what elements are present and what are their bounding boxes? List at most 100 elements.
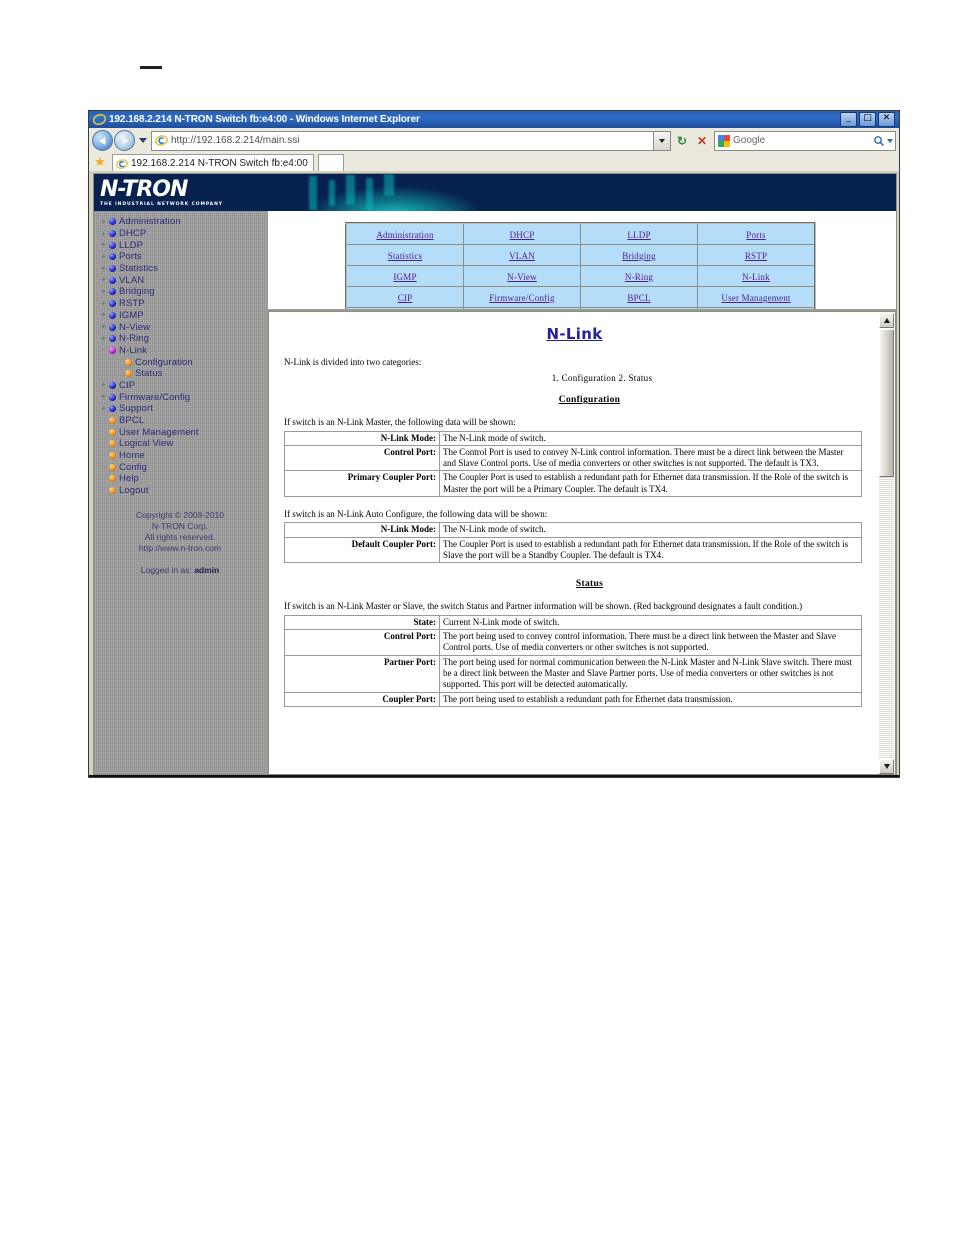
sidebar-item-cip[interactable]: + CIP: [98, 380, 266, 392]
address-bar[interactable]: http://192.168.2.214/main.ssi: [151, 130, 654, 151]
nav-cell-dhcp[interactable]: DHCP: [463, 222, 581, 245]
sidebar-item-n-view[interactable]: + N-View: [98, 321, 266, 333]
nav-cell-n-link[interactable]: N-Link: [697, 265, 816, 287]
nav-link[interactable]: Statistics: [388, 251, 423, 261]
sidebar-item-configuration[interactable]: - Configuration: [98, 356, 266, 368]
nav-link[interactable]: LLDP: [627, 230, 650, 240]
sidebar-item-n-ring[interactable]: + N-Ring: [98, 333, 266, 345]
history-dropdown-icon[interactable]: [139, 138, 147, 143]
nav-link[interactable]: Administration: [376, 230, 433, 240]
tree-bullet-icon: [109, 346, 116, 354]
table-row: State: Current N-Link mode of switch.: [284, 614, 862, 631]
sidebar-item-igmp[interactable]: + IGMP: [98, 310, 266, 322]
expand-icon[interactable]: +: [98, 229, 109, 239]
sidebar-item-logical-view[interactable]: - Logical View: [98, 438, 266, 450]
sidebar-item-dhcp[interactable]: + DHCP: [98, 228, 266, 240]
expand-icon[interactable]: +: [98, 275, 109, 285]
nav-cell-lldp[interactable]: LLDP: [580, 222, 698, 245]
window-title-bar: 192.168.2.214 N-TRON Switch fb:e4:00 - W…: [89, 111, 899, 128]
nav-cell-rstp[interactable]: RSTP: [697, 244, 816, 266]
nav-cell-statistics[interactable]: Statistics: [345, 244, 464, 266]
expand-icon[interactable]: +: [98, 310, 109, 320]
sidebar-item-support[interactable]: + Support: [98, 403, 266, 415]
tree-bullet-icon: [109, 463, 116, 471]
sidebar-item-label: Statistics: [119, 263, 159, 275]
minimize-button[interactable]: _: [840, 112, 857, 127]
sidebar-item-config[interactable]: - Config: [98, 461, 266, 473]
expand-icon[interactable]: +: [98, 404, 109, 414]
expand-icon[interactable]: +: [98, 217, 109, 227]
definition-description: The N-Link mode of switch.: [439, 430, 862, 446]
nav-links-row: Administration DHCP LLDP Ports: [345, 222, 816, 245]
sidebar-item-home[interactable]: - Home: [98, 450, 266, 462]
scroll-up-button[interactable]: [879, 313, 894, 328]
favorites-star-icon[interactable]: ★: [92, 154, 108, 170]
expand-icon[interactable]: +: [98, 264, 109, 274]
sidebar-item-statistics[interactable]: + Statistics: [98, 263, 266, 275]
nav-link[interactable]: Ports: [746, 230, 766, 240]
forward-button[interactable]: [114, 130, 135, 151]
nav-cell-firmware-config[interactable]: Firmware/Config: [463, 286, 581, 308]
expand-icon[interactable]: +: [98, 322, 109, 332]
nav-cell-cip[interactable]: CIP: [345, 286, 464, 308]
sidebar-item-status[interactable]: - Status: [98, 368, 266, 380]
content-vertical-scrollbar[interactable]: [879, 313, 894, 774]
expand-icon[interactable]: +: [98, 252, 109, 262]
sidebar-item-label: LLDP: [119, 239, 144, 251]
nav-link[interactable]: VLAN: [509, 251, 535, 261]
copyright-url[interactable]: http://www.n-tron.com: [94, 543, 266, 554]
sidebar-item-bpcl[interactable]: - BPCL: [98, 415, 266, 427]
sidebar-item-lldp[interactable]: + LLDP: [98, 239, 266, 251]
nav-cell-administration[interactable]: Administration: [345, 222, 464, 245]
sidebar-item-vlan[interactable]: + VLAN: [98, 274, 266, 286]
expand-icon[interactable]: +: [98, 240, 109, 250]
maximize-button[interactable]: □: [859, 112, 876, 127]
nav-cell-bridging[interactable]: Bridging: [580, 244, 698, 266]
sidebar-item-n-link[interactable]: - N-Link: [98, 345, 266, 357]
nav-link[interactable]: BPCL: [627, 293, 650, 303]
sidebar-item-rstp[interactable]: + RSTP: [98, 298, 266, 310]
address-dropdown-icon[interactable]: [654, 130, 671, 151]
nav-link[interactable]: DHCP: [510, 230, 535, 240]
search-input[interactable]: Google: [714, 130, 896, 151]
nav-cell-bpcl[interactable]: BPCL: [580, 286, 698, 308]
sidebar-item-bridging[interactable]: + Bridging: [98, 286, 266, 298]
refresh-icon[interactable]: ↻: [673, 132, 691, 150]
expand-icon[interactable]: +: [98, 392, 109, 402]
nav-link[interactable]: Bridging: [622, 251, 656, 261]
nav-cell-igmp[interactable]: IGMP: [345, 265, 464, 287]
nav-cell-user-management[interactable]: User Management: [697, 286, 816, 308]
sidebar-item-help[interactable]: - Help: [98, 473, 266, 485]
nav-cell-ports[interactable]: Ports: [697, 222, 816, 245]
nav-link[interactable]: N-View: [507, 272, 537, 282]
sidebar-frame: + Administration + DHCP + LLDP + Ports + Statisti…: [94, 211, 268, 774]
nav-link[interactable]: N-Ring: [625, 272, 653, 282]
nav-link[interactable]: RSTP: [745, 251, 767, 261]
nav-cell-vlan[interactable]: VLAN: [463, 244, 581, 266]
nav-link[interactable]: IGMP: [393, 272, 416, 282]
browser-tab[interactable]: 192.168.2.214 N-TRON Switch fb:e4:00: [112, 154, 314, 171]
new-tab-button[interactable]: [317, 154, 344, 171]
expand-icon[interactable]: +: [98, 334, 109, 344]
expand-icon[interactable]: +: [98, 380, 109, 390]
sidebar-item-administration[interactable]: + Administration: [98, 216, 266, 228]
collapse-icon[interactable]: -: [98, 345, 109, 355]
sidebar-item-user-management[interactable]: - User Management: [98, 426, 266, 438]
stop-icon[interactable]: ✕: [693, 132, 711, 150]
sidebar-item-ports[interactable]: + Ports: [98, 251, 266, 263]
scroll-down-button[interactable]: [879, 759, 894, 774]
expand-icon[interactable]: +: [98, 299, 109, 309]
back-button[interactable]: [92, 130, 113, 151]
close-button[interactable]: ✕: [878, 112, 895, 127]
nav-link[interactable]: Firmware/Config: [489, 293, 555, 303]
nav-link[interactable]: N-Link: [742, 272, 770, 282]
scrollbar-thumb[interactable]: [879, 329, 894, 477]
sidebar-item-logout[interactable]: - Logout: [98, 485, 266, 497]
nav-cell-n-ring[interactable]: N-Ring: [580, 265, 698, 287]
search-go-button[interactable]: [873, 135, 895, 147]
expand-icon[interactable]: +: [98, 287, 109, 297]
nav-cell-n-view[interactable]: N-View: [463, 265, 581, 287]
nav-link[interactable]: User Management: [721, 293, 790, 303]
sidebar-item-firmware-config[interactable]: + Firmware/Config: [98, 391, 266, 403]
nav-link[interactable]: CIP: [398, 293, 413, 303]
